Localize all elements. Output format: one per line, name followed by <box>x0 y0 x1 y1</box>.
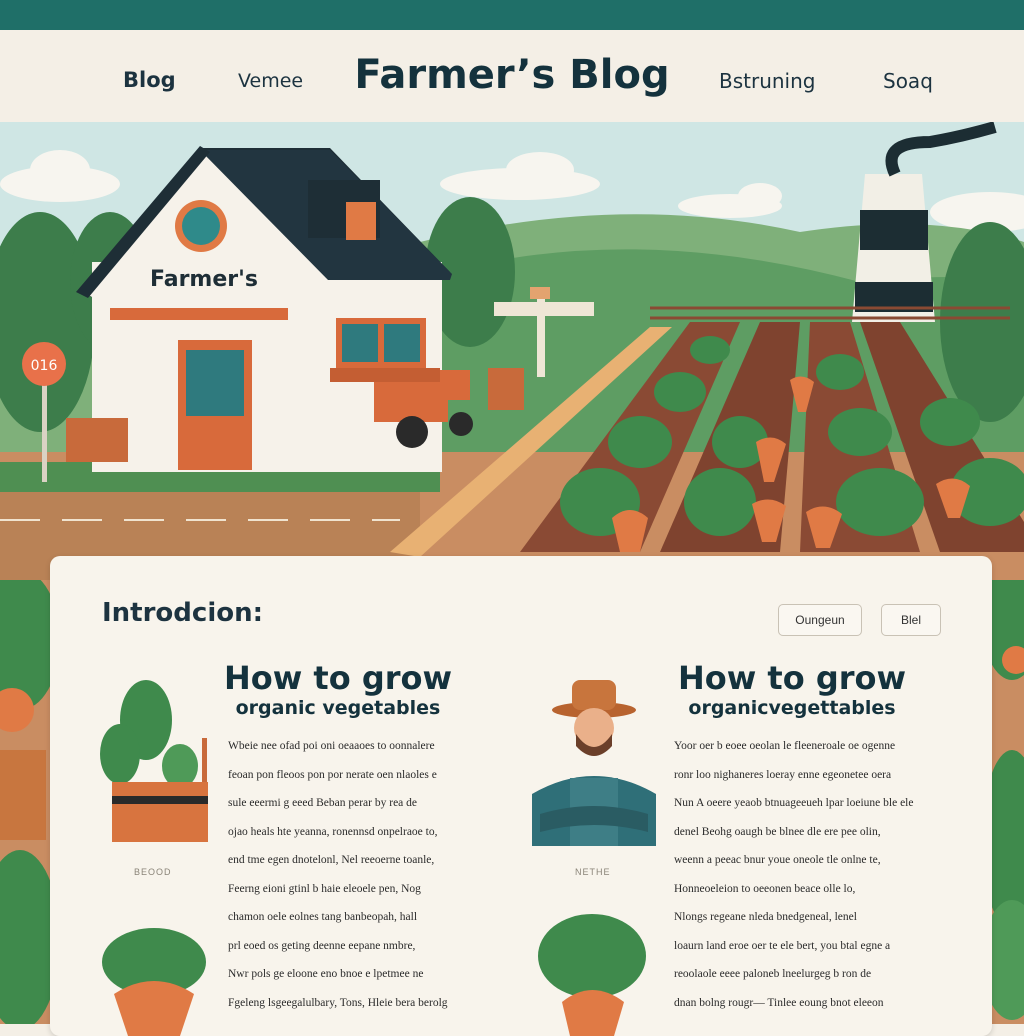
beet-illustration <box>538 914 646 1036</box>
farm-hero-illustration: Farmer's 016 <box>0 122 1024 582</box>
right-foliage-decoration <box>992 580 1024 1024</box>
blel-button[interactable]: Blel <box>881 604 941 636</box>
intro-heading: Introdcion: <box>102 598 264 628</box>
left-foliage-decoration <box>0 580 50 1024</box>
carrot-illustration <box>102 928 206 1036</box>
top-color-bar <box>0 0 1024 30</box>
left-article-title: How to grow organic vegetables <box>223 659 453 719</box>
article-card: Introdcion: Oungeun Blel BEOOD How to gr… <box>50 556 992 1036</box>
nav-link-soaq[interactable]: Soaq <box>883 69 933 93</box>
oungeun-button[interactable]: Oungeun <box>778 604 862 636</box>
right-image-caption: NETHE <box>575 867 611 877</box>
road-sign-text: 016 <box>31 358 58 374</box>
site-header: Blog Vemee Farmer’s Blog Bstruning Soaq <box>0 30 1024 122</box>
right-article-body: Yoor oer b eoee oeolan le fleeneroale oe… <box>674 740 914 1009</box>
right-article-title: How to grow organicvegettables <box>677 659 907 719</box>
left-article-body: Wbeie nee ofad poi oni oeaaoes to oonnal… <box>228 740 448 1009</box>
nav-link-bstruning[interactable]: Bstruning <box>719 69 815 93</box>
left-image-caption: BEOOD <box>134 867 172 877</box>
farmer-illustration <box>532 680 656 846</box>
house-sign-text: Farmer's <box>150 267 258 292</box>
site-title: Farmer’s Blog <box>354 52 670 98</box>
potted-plant-illustration <box>100 680 208 842</box>
